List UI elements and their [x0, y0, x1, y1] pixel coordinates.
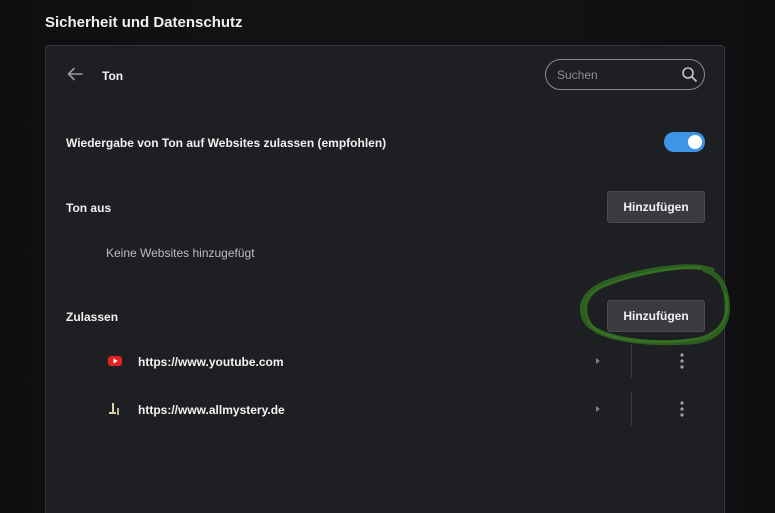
sound-settings-card: Ton Wiedergabe von Ton auf Websites zula… — [45, 45, 725, 513]
search-input[interactable] — [557, 60, 677, 89]
allowed-site-row: https://www.allmystery.de — [46, 390, 724, 430]
mute-empty-text: Keine Websites hinzugefügt — [106, 246, 255, 260]
row-divider — [631, 392, 632, 426]
allow-section-label: Zulassen — [66, 310, 119, 324]
more-options-icon[interactable] — [674, 351, 690, 371]
search-icon[interactable] — [681, 66, 698, 83]
back-arrow-icon — [67, 67, 83, 81]
allowed-site-row: https://www.youtube.com — [46, 342, 724, 382]
mute-add-button[interactable]: Hinzufügen — [607, 191, 705, 223]
allow-add-button[interactable]: Hinzufügen — [607, 300, 705, 332]
expand-arrow-icon[interactable] — [592, 355, 604, 367]
toggle-knob — [688, 135, 702, 149]
settings-page: Sicherheit und Datenschutz Ton Wiedergab… — [0, 0, 775, 513]
search-field[interactable] — [545, 59, 705, 90]
youtube-favicon-icon — [108, 356, 122, 366]
allmystery-favicon-icon — [109, 403, 119, 415]
allow-sound-label: Wiedergabe von Ton auf Websites zulassen… — [66, 136, 387, 150]
mute-section-label: Ton aus — [66, 201, 112, 215]
row-divider — [631, 344, 632, 378]
allow-sound-toggle[interactable] — [664, 132, 705, 152]
site-url: https://www.allmystery.de — [138, 403, 285, 417]
site-url: https://www.youtube.com — [138, 355, 284, 369]
page-title: Ton — [102, 69, 124, 83]
card-header: Ton — [46, 46, 724, 104]
section-title: Sicherheit und Datenschutz — [45, 14, 243, 31]
expand-arrow-icon[interactable] — [592, 403, 604, 415]
more-options-icon[interactable] — [674, 399, 690, 419]
back-button[interactable] — [65, 64, 85, 84]
